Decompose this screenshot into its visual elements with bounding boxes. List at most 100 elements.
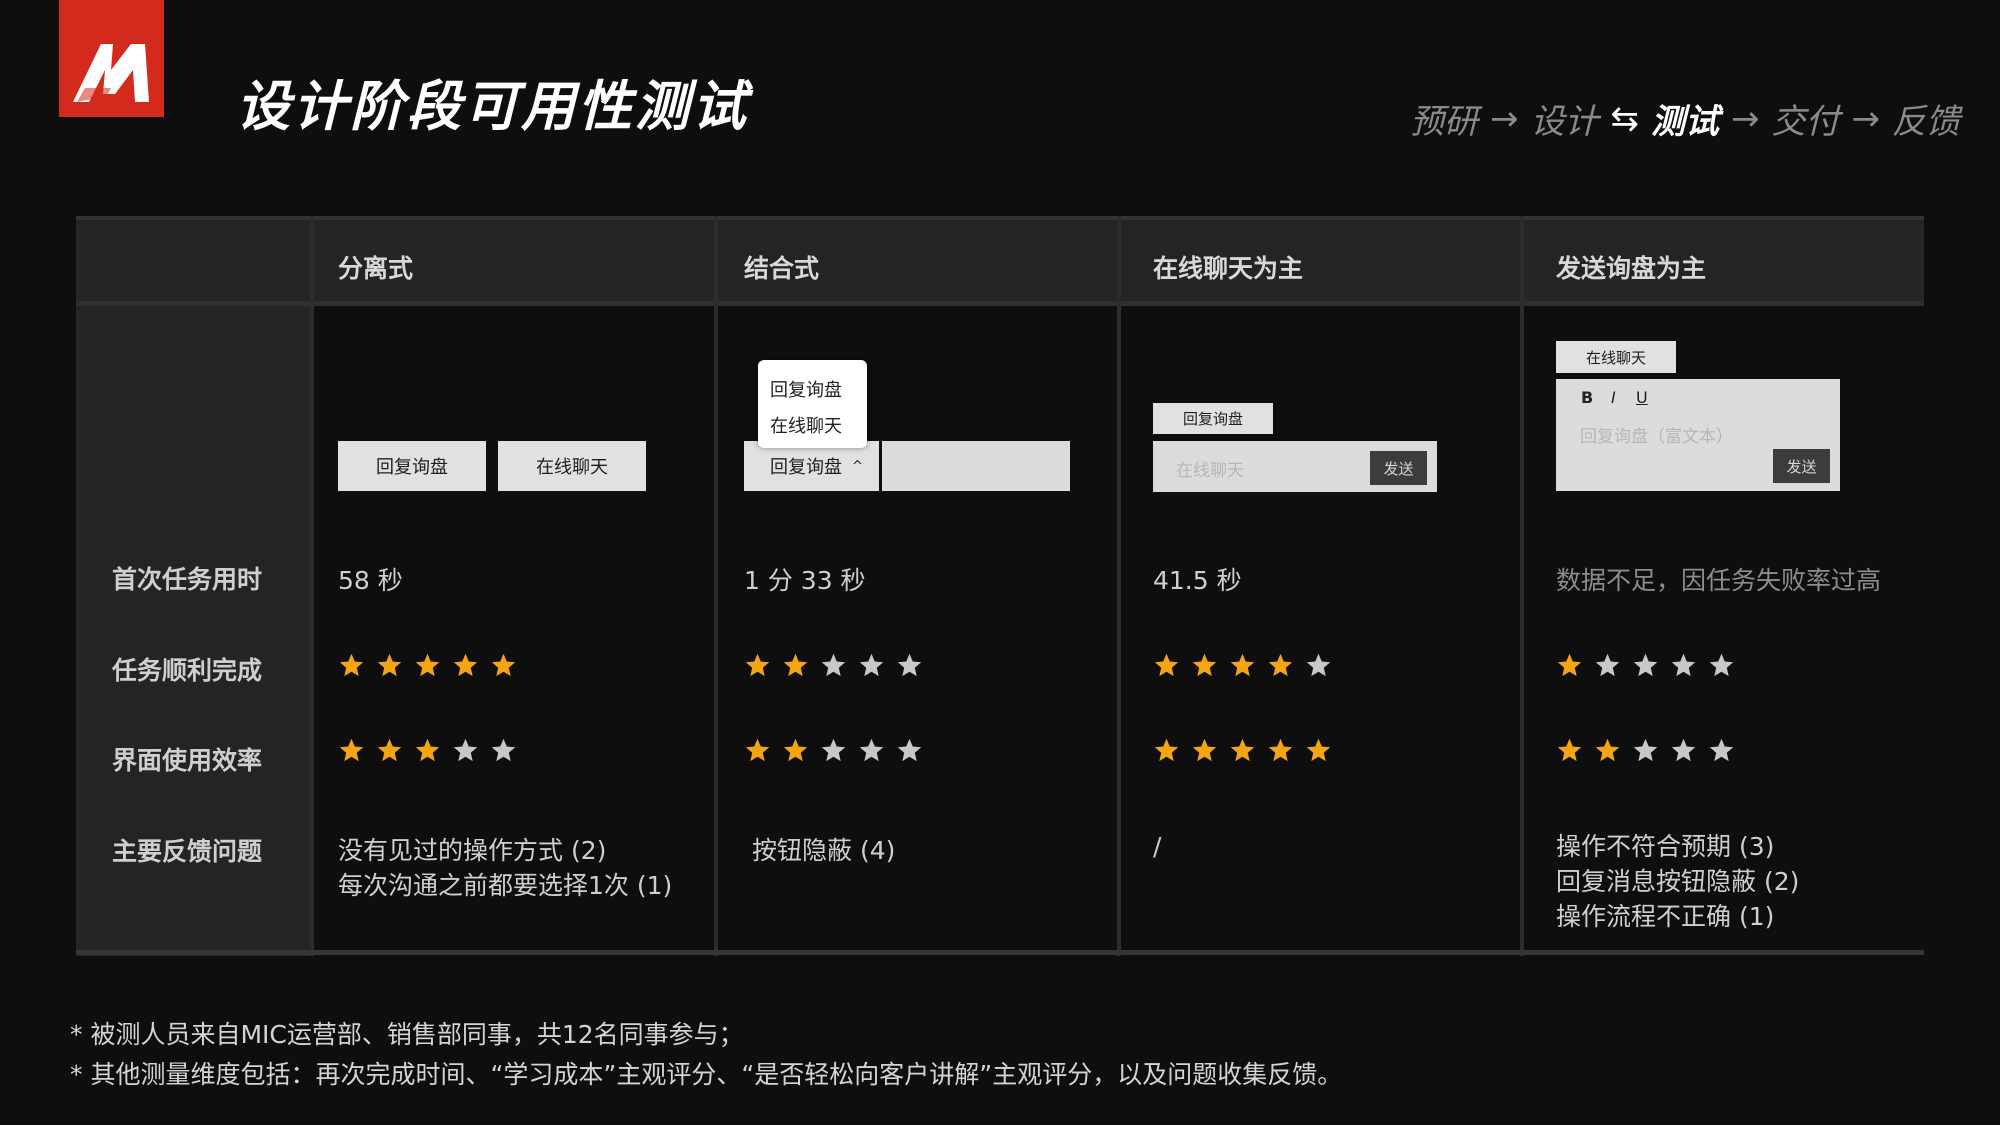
feedback-item: / <box>1153 832 1162 861</box>
footnote-participants: * 被测人员来自MIC运营部、销售部同事，共12名同事参与； <box>70 1020 744 1049</box>
star-filled-icon <box>1268 738 1293 762</box>
arrow-right-icon: → <box>1851 98 1881 139</box>
star-filled-icon <box>1306 738 1331 762</box>
row-label-task-time: 首次任务用时 <box>112 565 263 594</box>
bold-icon[interactable]: B <box>1581 388 1593 407</box>
row-label-feedback: 主要反馈问题 <box>112 837 263 866</box>
efficiency-rating-inquiry-first <box>1556 737 1735 764</box>
star-filled-icon <box>1192 653 1217 677</box>
feedback-item: 回复消息按钮隐蔽 (2) <box>1556 867 1800 896</box>
column-divider <box>310 216 314 956</box>
feedback-item: 按钮隐蔽 (4) <box>752 836 896 865</box>
mock-richtext-editor[interactable]: B I U 回复询盘（富文本） 发送 <box>1556 379 1840 491</box>
star-empty-icon <box>821 653 846 677</box>
star-empty-icon <box>1595 653 1620 677</box>
mock-reply-button[interactable]: 回复询盘 <box>338 441 486 491</box>
process-breadcrumb: 预研 → 设计 ⇆ 测试 → 交付 → 反馈 <box>1410 94 1960 143</box>
feedback-chat-first: / <box>1153 829 1161 864</box>
mock-richtext-placeholder: 回复询盘（富文本） <box>1580 427 1733 447</box>
arrow-right-icon: → <box>1490 98 1519 139</box>
feedback-item: 操作流程不正确 (1) <box>1556 902 1775 931</box>
task-time-combined: 1 分 33 秒 <box>744 566 866 595</box>
row-label-completion: 任务顺利完成 <box>112 656 263 685</box>
task-time-inquiry-first: 数据不足，因任务失败率过高 <box>1556 566 1882 595</box>
mock-chat-tag-button[interactable]: 在线聊天 <box>1556 341 1676 373</box>
process-step-design: 设计 <box>1530 102 1599 142</box>
star-filled-icon <box>453 653 478 677</box>
mock-dropdown-popup: 回复询盘 在线聊天 <box>758 360 867 448</box>
mock-reply-dropdown-button[interactable]: 回复询盘 ^ <box>744 441 879 491</box>
chevron-up-icon: ^ <box>852 458 863 474</box>
column-header-combined: 结合式 <box>744 254 820 283</box>
star-empty-icon <box>453 738 478 762</box>
star-filled-icon <box>339 653 364 677</box>
column-divider <box>1117 216 1121 956</box>
process-step-research: 预研 <box>1410 102 1478 142</box>
process-step-delivery: 交付 <box>1771 102 1840 142</box>
m-logo-icon <box>73 44 149 102</box>
mock-send-button[interactable]: 发送 <box>1370 451 1427 485</box>
popup-item-reply[interactable]: 回复询盘 <box>770 376 842 402</box>
column-divider <box>714 216 718 956</box>
table-bottom-border <box>76 950 1924 955</box>
page-title: 设计阶段可用性测试 <box>236 75 749 138</box>
mock-input-box[interactable] <box>882 441 1070 491</box>
star-empty-icon <box>859 653 884 677</box>
star-filled-icon <box>1154 653 1179 677</box>
mock-chat-button[interactable]: 在线聊天 <box>498 441 646 491</box>
underline-icon[interactable]: U <box>1636 388 1648 407</box>
feedback-combined: 按钮隐蔽 (4) <box>752 833 895 868</box>
italic-icon[interactable]: I <box>1611 388 1616 407</box>
star-filled-icon <box>377 653 402 677</box>
column-divider <box>1520 216 1524 956</box>
task-time-separate: 58 秒 <box>338 566 403 595</box>
feedback-item: 每次沟通之前都要选择1次 (1) <box>338 871 673 900</box>
star-filled-icon <box>745 653 770 677</box>
star-filled-icon <box>377 738 402 762</box>
star-filled-icon <box>783 738 808 762</box>
mock-send-button[interactable]: 发送 <box>1773 449 1830 483</box>
star-empty-icon <box>897 653 922 677</box>
star-empty-icon <box>859 738 884 762</box>
completion-rating-separate <box>338 652 517 679</box>
star-filled-icon <box>1595 738 1620 762</box>
star-filled-icon <box>1230 653 1255 677</box>
completion-rating-combined <box>744 652 923 679</box>
efficiency-rating-chat-first <box>1153 737 1332 764</box>
footnote-dimensions: * 其他测量维度包括：再次完成时间、“学习成本”主观评分、“是否轻松向客户讲解”… <box>70 1060 1343 1089</box>
star-filled-icon <box>1268 653 1293 677</box>
star-filled-icon <box>745 738 770 762</box>
mock-reply-dropdown-label: 回复询盘 <box>770 457 842 478</box>
column-header-separate: 分离式 <box>338 254 414 283</box>
mock-chat-input[interactable]: 在线聊天 发送 <box>1153 441 1437 492</box>
star-filled-icon <box>491 653 516 677</box>
star-filled-icon <box>1557 738 1582 762</box>
star-filled-icon <box>415 653 440 677</box>
star-empty-icon <box>897 738 922 762</box>
star-empty-icon <box>491 738 516 762</box>
feedback-item: 没有见过的操作方式 (2) <box>338 836 607 865</box>
completion-rating-chat-first <box>1153 652 1332 679</box>
column-header-inquiry-first: 发送询盘为主 <box>1556 254 1707 283</box>
feedback-inquiry-first: 操作不符合预期 (3) 回复消息按钮隐蔽 (2) 操作流程不正确 (1) <box>1556 829 1799 934</box>
process-step-test: 测试 <box>1651 102 1719 142</box>
feedback-item: 操作不符合预期 (3) <box>1556 832 1775 861</box>
star-filled-icon <box>415 738 440 762</box>
star-empty-icon <box>1306 653 1331 677</box>
popup-item-chat[interactable]: 在线聊天 <box>770 412 842 438</box>
completion-rating-inquiry-first <box>1556 652 1735 679</box>
star-empty-icon <box>1633 738 1658 762</box>
star-filled-icon <box>1192 738 1217 762</box>
star-empty-icon <box>1633 653 1658 677</box>
row-label-efficiency: 界面使用效率 <box>112 746 263 775</box>
brand-logo <box>59 0 164 117</box>
efficiency-rating-combined <box>744 737 923 764</box>
star-filled-icon <box>1230 738 1255 762</box>
star-empty-icon <box>1671 653 1696 677</box>
efficiency-rating-separate <box>338 737 517 764</box>
mock-reply-tag-button[interactable]: 回复询盘 <box>1153 403 1273 434</box>
process-step-feedback: 反馈 <box>1892 102 1960 142</box>
cycle-arrows-icon: ⇆ <box>1610 98 1640 139</box>
star-filled-icon <box>339 738 364 762</box>
star-empty-icon <box>1671 738 1696 762</box>
